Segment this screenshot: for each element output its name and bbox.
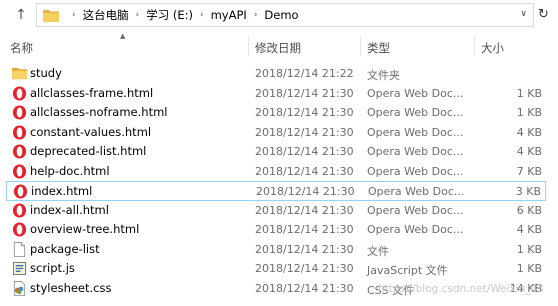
column-date-modified[interactable]: 修改日期 <box>255 40 301 56</box>
file-size: 1 KB <box>516 262 542 275</box>
file-size: 7 KB <box>516 164 542 178</box>
file-name: deprecated-list.html <box>30 144 147 158</box>
file-size: 4 KB <box>516 125 542 139</box>
file-date: 2018/12/14 21:30 <box>255 164 354 178</box>
column-name[interactable]: 名称 <box>10 40 33 56</box>
column-divider[interactable] <box>248 36 249 56</box>
opera-icon <box>12 202 27 218</box>
file-name: allclasses-frame.html <box>30 85 154 100</box>
up-arrow-icon[interactable]: ↑ <box>12 6 30 24</box>
file-size: 1 KB <box>516 242 542 256</box>
breadcrumb-myapi[interactable]: myAPI <box>211 8 247 22</box>
address-bar-row: ↑ › 这台电脑 › 学习 (E:) › myAPI › Demo ∨ ↻ <box>0 0 558 30</box>
file-row[interactable]: index-all.html 2018/12/14 21:30 Opera Web … <box>6 201 546 221</box>
breadcrumb-demo[interactable]: Demo <box>264 8 298 22</box>
file-name: help-doc.html <box>30 163 110 178</box>
file-row[interactable]: help-doc.html 2018/12/14 21:30 Opera Web D… <box>6 162 546 182</box>
file-row-selected[interactable]: index.html 2018/12/14 21:30 Opera Web Doc.… <box>6 181 546 201</box>
file-type: 文件夹 <box>367 69 400 82</box>
file-type: JavaScript 文件 <box>367 264 448 277</box>
folder-icon <box>43 10 59 22</box>
opera-icon <box>12 105 27 120</box>
file-type: Opera Web Doc... <box>367 223 464 236</box>
file-name: index.html <box>31 184 93 198</box>
address-bar[interactable]: › 这台电脑 › 学习 (E:) › myAPI › Demo ∨ <box>36 3 534 27</box>
file-type: Opera Web Doc... <box>367 164 464 178</box>
chevron-right-icon[interactable]: › <box>72 10 76 20</box>
opera-icon <box>13 184 28 199</box>
file-name: stylesheet.css <box>30 280 112 295</box>
opera-icon <box>12 85 27 101</box>
watermark: https://blog.csdn.net/Weixin_43 <box>378 283 544 295</box>
file-name: overview-tree.html <box>30 222 140 236</box>
file-type: Opera Web Doc... <box>367 106 464 119</box>
file-size: 4 KB <box>516 145 542 158</box>
column-size[interactable]: 大小 <box>481 40 504 56</box>
file-row[interactable]: package-list 2018/12/14 21:30 文件 1 KB <box>6 240 546 260</box>
file-date: 2018/12/14 21:30 <box>255 281 354 295</box>
file-type: Opera Web Doc... <box>368 185 465 198</box>
file-date: 2018/12/14 21:22 <box>255 67 354 80</box>
file-row[interactable]: allclasses-frame.html 2018/12/14 21:30 Ope… <box>6 84 546 104</box>
column-header: ▲ 名称 修改日期 类型 大小 <box>0 30 558 62</box>
file-date: 2018/12/14 21:30 <box>255 125 354 139</box>
file-date: 2018/12/14 21:30 <box>255 203 354 217</box>
file-size: 1 KB <box>516 86 542 100</box>
refresh-icon[interactable]: ↻ <box>538 7 549 22</box>
file-date: 2018/12/14 21:30 <box>255 106 354 119</box>
file-date: 2018/12/14 21:30 <box>255 145 354 158</box>
file-name: allclasses-noframe.html <box>30 105 168 119</box>
chevron-right-icon[interactable]: › <box>254 10 258 20</box>
chevron-down-icon[interactable]: ∨ <box>520 9 527 19</box>
file-type: Opera Web Doc... <box>367 86 464 100</box>
opera-icon <box>12 124 27 140</box>
file-name: script.js <box>30 261 75 275</box>
column-divider[interactable] <box>360 36 361 56</box>
file-name: package-list <box>30 241 100 256</box>
file-type: Opera Web Doc... <box>367 145 464 158</box>
breadcrumb-this-pc[interactable]: 这台电脑 <box>83 7 129 23</box>
file-type: Opera Web Doc... <box>367 125 464 139</box>
file-row[interactable]: study 2018/12/14 21:22 文件夹 <box>6 64 546 84</box>
column-type[interactable]: 类型 <box>367 40 390 56</box>
file-name: study <box>30 66 62 80</box>
file-row[interactable]: allclasses-noframe.html 2018/12/14 21:30 O… <box>6 103 546 123</box>
file-row[interactable]: script.js 2018/12/14 21:30 JavaScript 文件 1 … <box>6 259 546 279</box>
folder-icon <box>12 66 27 81</box>
breadcrumb: › 这台电脑 › 学习 (E:) › myAPI › Demo <box>65 4 299 26</box>
file-name: constant-values.html <box>30 124 152 139</box>
file-date: 2018/12/14 21:30 <box>255 223 354 236</box>
file-row[interactable]: deprecated-list.html 2018/12/14 21:30 Oper… <box>6 142 546 162</box>
file-date: 2018/12/14 21:30 <box>255 242 354 256</box>
file-date: 2018/12/14 21:30 <box>255 262 354 275</box>
file-date: 2018/12/14 21:30 <box>256 185 355 198</box>
breadcrumb-drive[interactable]: 学习 (E:) <box>146 7 193 23</box>
file-icon <box>12 241 27 257</box>
chevron-right-icon[interactable]: › <box>136 10 140 20</box>
script-icon <box>12 261 27 276</box>
file-row[interactable]: overview-tree.html 2018/12/14 21:30 Opera … <box>6 220 546 240</box>
file-date: 2018/12/14 21:30 <box>255 86 354 100</box>
opera-icon <box>12 144 27 159</box>
opera-icon <box>12 163 27 179</box>
chevron-right-icon[interactable]: › <box>200 10 204 20</box>
file-type: Opera Web Doc... <box>367 203 464 217</box>
file-name: index-all.html <box>30 202 109 217</box>
file-size: 4 KB <box>516 223 542 236</box>
css-icon <box>12 280 27 296</box>
file-type: 文件 <box>367 244 389 258</box>
opera-icon <box>12 222 27 237</box>
column-divider[interactable] <box>474 36 475 56</box>
file-size: 3 KB <box>515 185 541 198</box>
sort-ascending-icon: ▲ <box>120 32 126 40</box>
file-size: 1 KB <box>516 106 542 119</box>
file-size: 6 KB <box>516 203 542 217</box>
file-row[interactable]: constant-values.html 2018/12/14 21:30 Oper… <box>6 123 546 143</box>
